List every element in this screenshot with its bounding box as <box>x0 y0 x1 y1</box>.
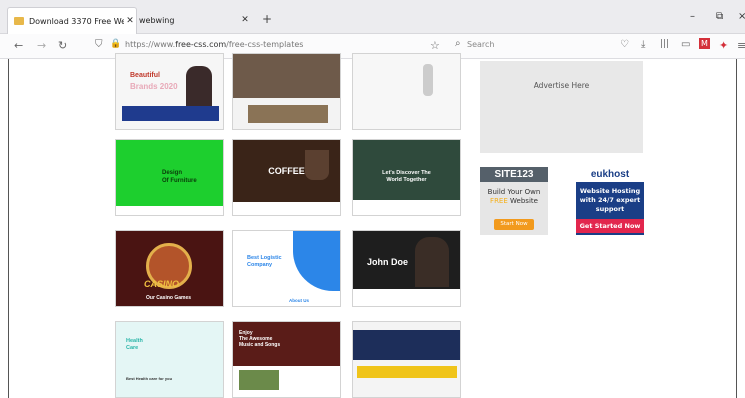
forward-icon[interactable]: → <box>37 39 46 52</box>
site123-line2: Website <box>510 197 538 205</box>
close-window-button[interactable]: × <box>738 11 745 22</box>
thumb-blue-shape <box>293 231 340 291</box>
thumb-text: Brands 2020 <box>130 82 178 91</box>
site123-start-now-button[interactable]: Start Now <box>494 219 534 230</box>
thumb-text: Our Casino Games <box>146 295 192 301</box>
minimize-button[interactable]: – <box>690 11 695 22</box>
thumb-text: World Together <box>386 177 427 183</box>
page-favicon-icon <box>14 17 24 25</box>
restore-button[interactable]: ⧉ <box>716 11 723 22</box>
template-thumb-logistic[interactable]: Best Logistic Company About Us <box>232 230 341 307</box>
thumb-text: John Doe <box>367 257 409 267</box>
frame-right-border <box>736 59 737 398</box>
thumb-hero <box>353 330 460 360</box>
template-thumb-coffee[interactable]: COFFEE <box>232 139 341 216</box>
thumb-text: Music and Songs <box>239 342 281 348</box>
thumb-hero <box>233 54 340 98</box>
menu-icon[interactable]: ≡ <box>737 39 745 52</box>
thumb-cup <box>305 150 329 180</box>
template-thumb-travel[interactable]: Let's Discover The World Together <box>352 139 461 216</box>
thumb-text: Of Furniture <box>162 178 197 184</box>
thumb-text: Care <box>126 345 139 351</box>
tab-title: webwing <box>139 15 175 25</box>
eukhost-logo: eukhost <box>576 167 644 182</box>
template-thumb-shop[interactable] <box>352 321 461 398</box>
advertise-here-label: Advertise Here <box>533 81 590 90</box>
bookmark-star-icon[interactable]: ☆ <box>430 39 440 52</box>
close-tab-icon[interactable]: ✕ <box>239 15 251 25</box>
sidebar-icon[interactable]: ▭ <box>681 39 690 50</box>
thumb-portrait <box>415 237 449 287</box>
template-thumb-bagsy[interactable]: Beautiful Brands 2020 <box>115 53 224 130</box>
pocket-icon[interactable]: ♡ <box>620 39 629 50</box>
thumb-text: Company <box>247 262 273 268</box>
site123-line1: Build Your Own <box>487 188 541 196</box>
frame-left-border <box>8 59 9 398</box>
page-content: Beautiful Brands 2020 Design Of Furnitur… <box>0 53 745 398</box>
thumb-photo <box>239 370 279 390</box>
template-thumb-casino[interactable]: CASINO Our Casino Games <box>115 230 224 307</box>
reload-icon[interactable]: ↻ <box>58 39 67 52</box>
thumb-text: Health <box>126 338 143 344</box>
library-icon[interactable]: ||| <box>660 39 669 49</box>
thumb-footer <box>353 200 460 215</box>
eukhost-line1: Website Hosting <box>579 187 641 195</box>
thumb-text: About Us <box>289 298 309 303</box>
thumb-footer <box>353 289 460 306</box>
eukhost-get-started-button[interactable]: Get Started Now <box>576 219 644 233</box>
thumb-text: Best Health care for you <box>126 376 173 381</box>
eukhost-line2: with 24/7 expert <box>579 196 641 204</box>
template-thumb-music[interactable]: Enjoy The Awesome Music and Songs <box>232 321 341 398</box>
search-input[interactable]: Search <box>467 40 494 49</box>
tab-title: Download 3370 Free Website Te <box>29 16 124 26</box>
new-tab-button[interactable]: + <box>262 12 272 26</box>
site123-ad[interactable]: SITE123 Build Your Own FREE Website Star… <box>480 167 548 235</box>
template-thumb-gadget[interactable] <box>352 53 461 130</box>
tab-free-css[interactable]: Download 3370 Free Website Te ✕ <box>7 7 137 34</box>
thumb-feature-bar <box>122 106 219 121</box>
template-thumb-furniture[interactable]: Design Of Furniture <box>115 139 224 216</box>
thumb-product-row <box>357 366 457 378</box>
thumb-gallery-strip <box>248 105 328 123</box>
thumb-text: Beautiful <box>130 72 160 79</box>
thumb-text: Let's Discover The <box>382 170 431 176</box>
url-domain: free-css.com <box>175 40 227 49</box>
template-thumb-care[interactable]: Health Care Best Health care for you <box>115 321 224 398</box>
thumb-footer <box>116 206 223 215</box>
back-icon[interactable]: ← <box>14 39 23 52</box>
downloads-icon[interactable]: ⤓ <box>641 39 645 50</box>
shield-icon[interactable]: ⛉ <box>95 39 103 50</box>
thumb-figure <box>186 66 212 106</box>
template-thumb-john-doe[interactable]: John Doe <box>352 230 461 307</box>
advertise-here-box[interactable]: Advertise Here <box>480 61 643 153</box>
url-path: /free-css-templates <box>226 40 304 49</box>
search-icon: ⌕ <box>455 38 461 49</box>
template-thumb-gallery[interactable] <box>232 53 341 130</box>
extension-pin-icon[interactable]: ✦ <box>719 39 728 52</box>
eukhost-line3: support <box>595 205 625 213</box>
tab-bar: Download 3370 Free Website Te ✕ webwing … <box>0 0 745 34</box>
thumb-text: Design <box>162 170 183 176</box>
extension-icon[interactable]: M <box>699 38 710 49</box>
site123-free: FREE <box>490 197 508 205</box>
thumb-footer <box>233 202 340 215</box>
address-bar[interactable]: https://www.free-css.com/free-css-templa… <box>125 40 303 49</box>
site123-logo: SITE123 <box>480 167 548 182</box>
tab-webwing[interactable]: webwing ✕ <box>135 7 255 33</box>
thumb-product <box>423 64 433 96</box>
thumb-text: CASINO <box>144 279 180 289</box>
thumb-text: Best Logistic <box>247 255 282 261</box>
url-prefix: https://www. <box>125 40 176 49</box>
lock-icon[interactable]: 🔒 <box>110 39 121 49</box>
eukhost-ad[interactable]: eukhost Website Hosting with 24/7 expert… <box>576 167 644 235</box>
